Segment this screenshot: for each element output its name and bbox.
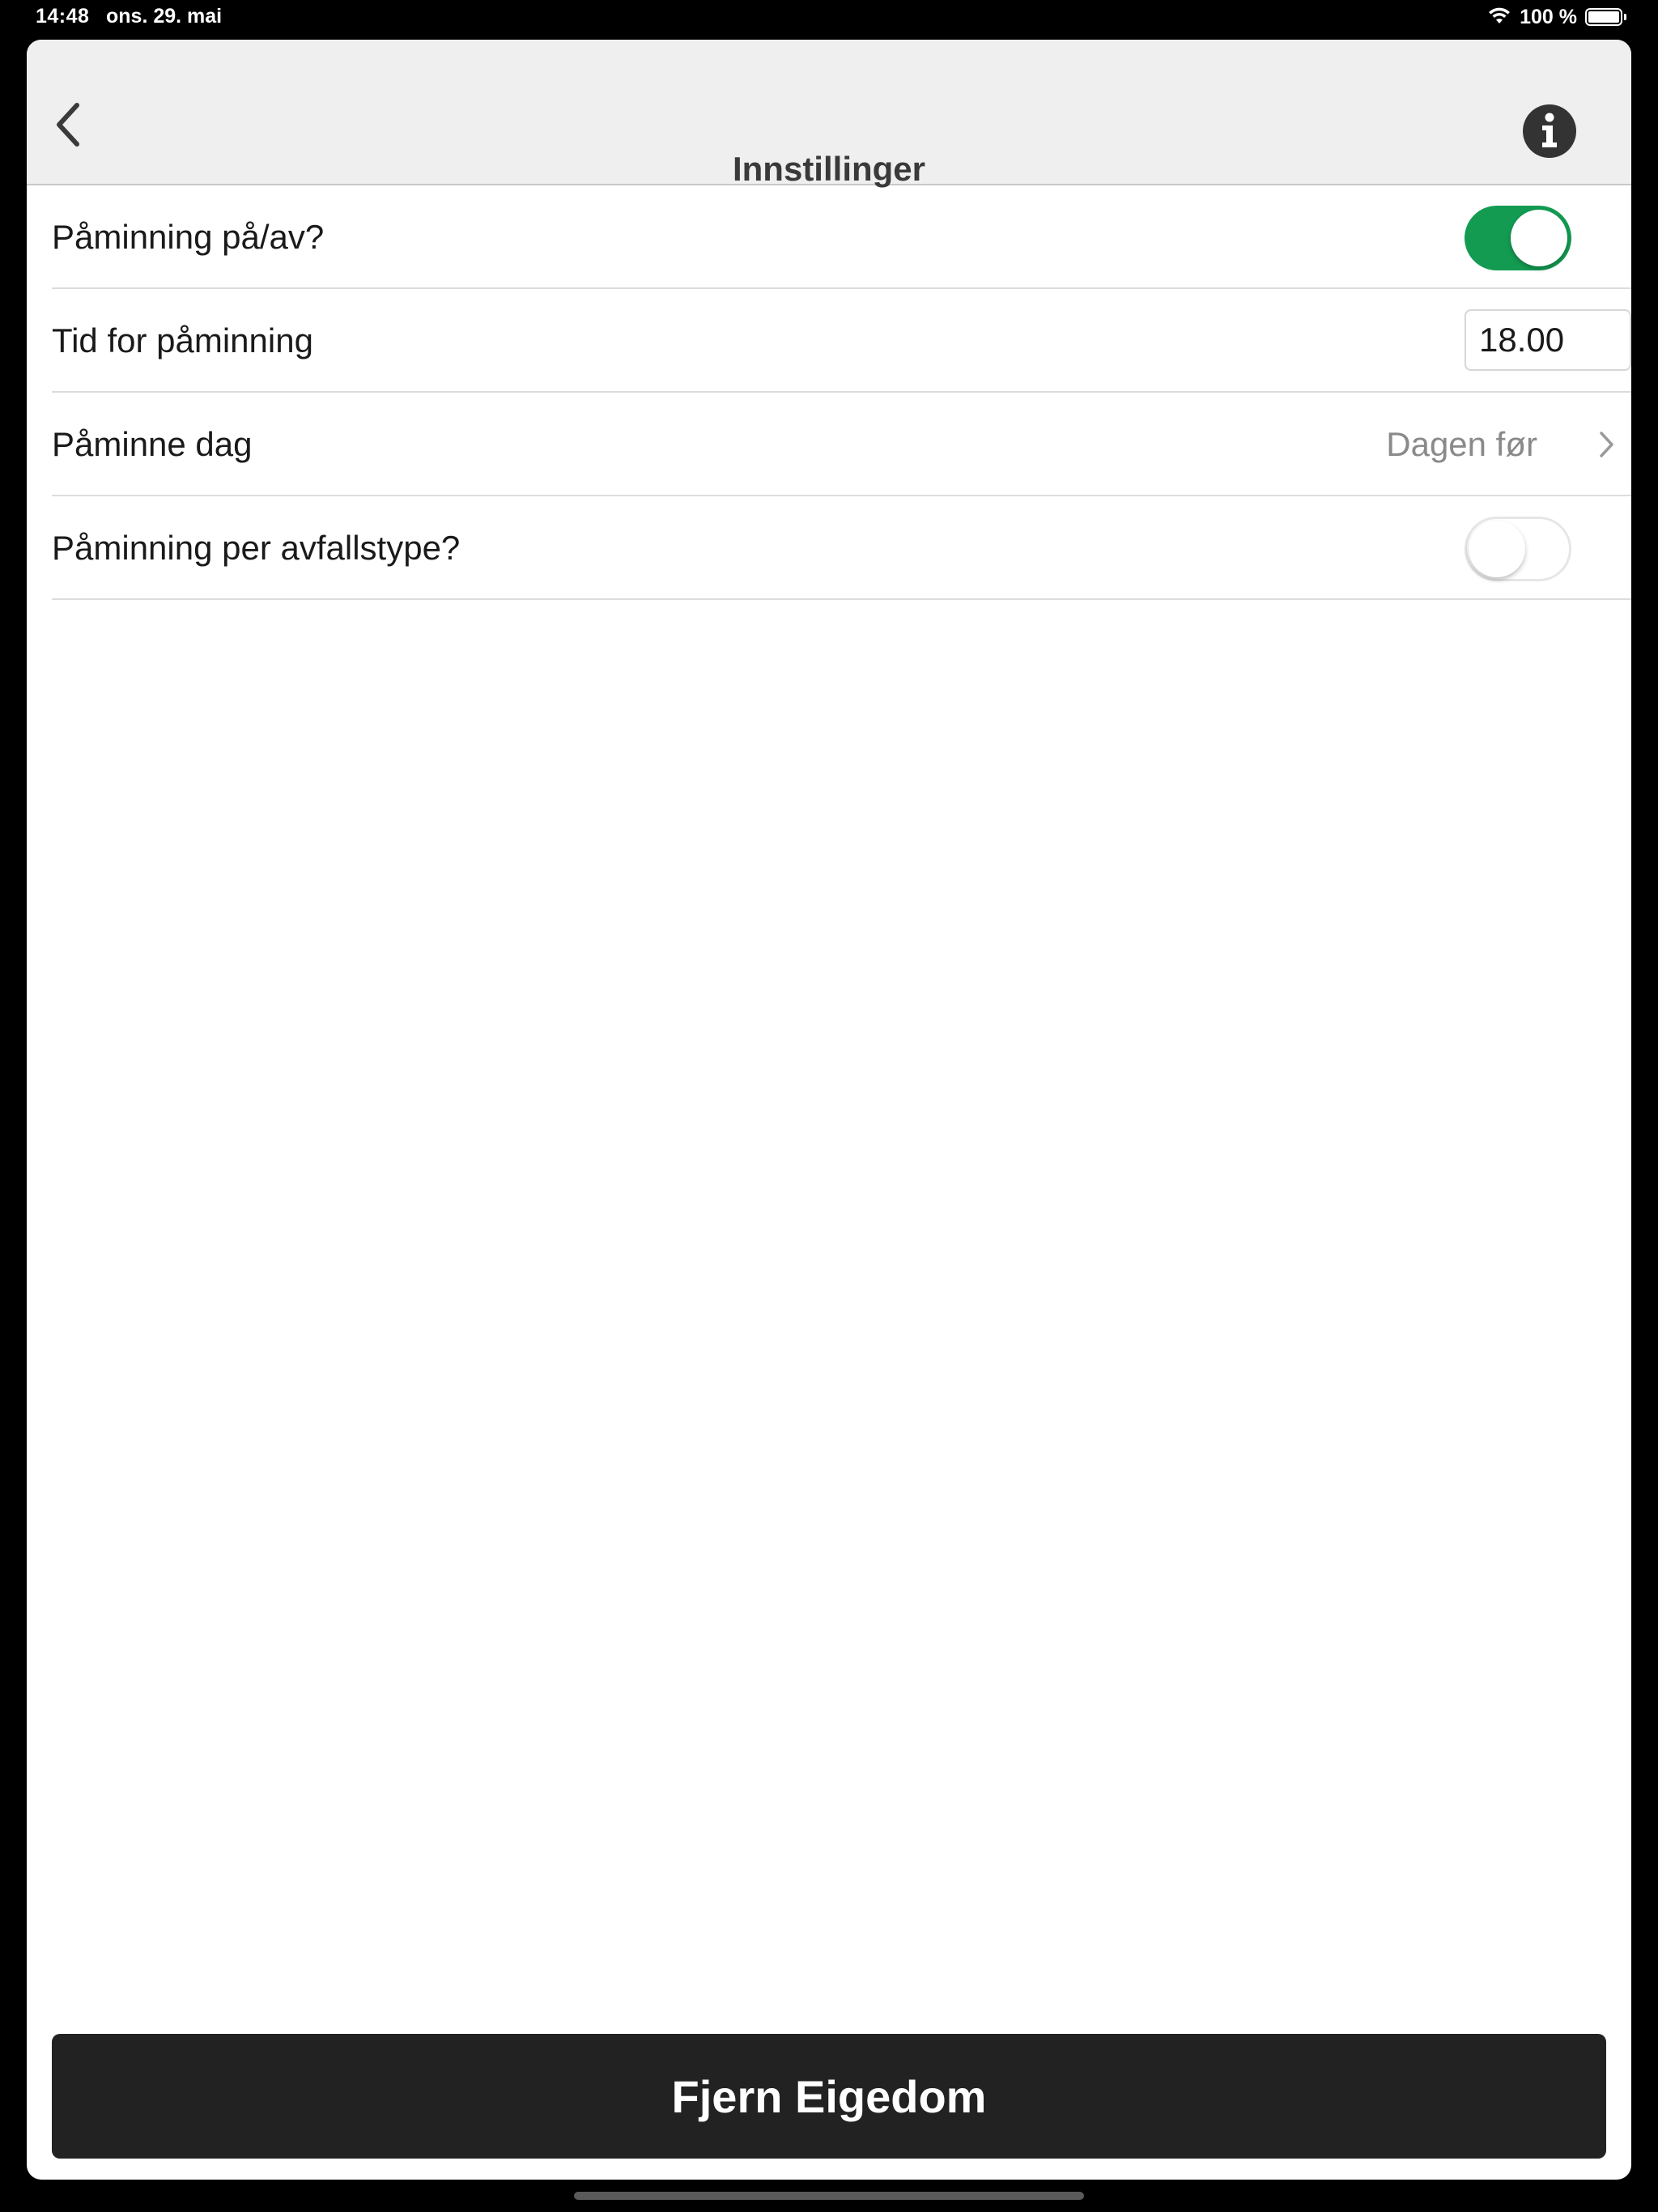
per-waste-type-row: Påminning per avfallstype? [52, 496, 1631, 600]
battery-percent: 100 % [1520, 5, 1577, 28]
reminder-toggle-switch[interactable] [1465, 206, 1571, 270]
reminder-toggle-label: Påminning på/av? [52, 218, 325, 256]
back-button[interactable] [45, 96, 93, 153]
reminder-day-row[interactable]: Påminne dag Dagen før [52, 393, 1631, 496]
reminder-day-value: Dagen før [1386, 425, 1537, 463]
reminder-time-row: Tid for påminning [52, 289, 1631, 393]
navigation-bar: Innstillinger [27, 40, 1631, 188]
battery-icon [1585, 8, 1626, 26]
home-indicator[interactable] [574, 2192, 1084, 2200]
toggle-knob [1469, 521, 1525, 577]
settings-list: Påminning på/av? Tid for påminning Påmin… [27, 185, 1631, 600]
remove-property-button[interactable]: Fjern Eigedom [52, 2034, 1606, 2159]
reminder-time-label: Tid for påminning [52, 321, 313, 359]
status-bar: 14:48 ons. 29. mai 100 % [0, 0, 1658, 39]
chevron-right-icon [1600, 432, 1613, 457]
toggle-knob [1511, 210, 1567, 266]
chevron-left-icon [57, 103, 79, 147]
page-title: Innstillinger [732, 150, 925, 188]
battery-fill [1588, 11, 1619, 23]
info-button[interactable] [1523, 104, 1576, 158]
reminder-toggle-row: Påminning på/av? [52, 185, 1631, 289]
info-circle-icon [1523, 104, 1576, 158]
per-waste-type-label: Påminning per avfallstype? [52, 529, 461, 567]
reminder-day-label: Påminne dag [52, 425, 253, 463]
wifi-icon [1487, 6, 1511, 29]
status-time: 14:48 [36, 5, 90, 28]
status-indicators: 100 % [1487, 3, 1626, 31]
reminder-time-input[interactable] [1465, 309, 1631, 371]
status-date: ons. 29. mai [106, 5, 223, 28]
settings-sheet: Innstillinger Påminning på/av? Tid for p… [27, 40, 1631, 2180]
per-waste-type-switch[interactable] [1465, 517, 1571, 581]
